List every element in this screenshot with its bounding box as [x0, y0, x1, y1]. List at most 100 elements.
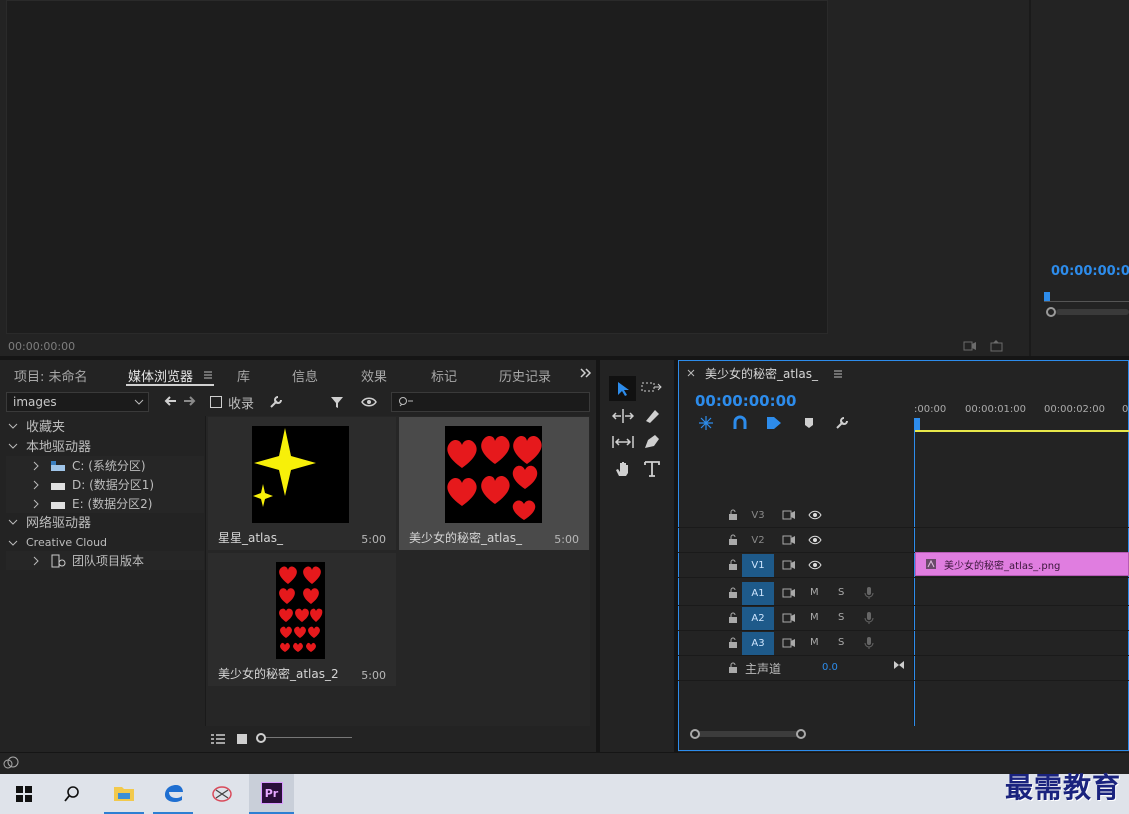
microphone-icon[interactable]: [864, 636, 874, 650]
tree-local-drives[interactable]: 本地驱动器: [6, 436, 204, 455]
microphone-icon[interactable]: [864, 586, 874, 600]
view-eye-icon[interactable]: [361, 396, 377, 408]
lock-icon[interactable]: [728, 612, 738, 624]
playhead-handle[interactable]: [914, 418, 920, 430]
eye-icon[interactable]: [808, 560, 822, 570]
snap-magnet-icon[interactable]: [732, 415, 748, 431]
tab-media-browser[interactable]: 媒体浏览器: [128, 366, 193, 385]
tree-drive-d[interactable]: D: (数据分区1): [6, 475, 204, 494]
media-item-stars[interactable]: 星星_atlas_ 5:00: [208, 417, 396, 550]
track-select-tool-icon[interactable]: [641, 380, 663, 394]
track-label[interactable]: V3: [742, 504, 774, 527]
filter-icon[interactable]: [329, 394, 345, 410]
forward-arrow-icon[interactable]: [183, 395, 197, 407]
linked-selection-icon[interactable]: [765, 415, 783, 431]
tree-creative-cloud[interactable]: Creative Cloud: [6, 533, 204, 552]
close-icon[interactable]: [687, 369, 695, 377]
sync-lock-icon[interactable]: [782, 535, 796, 545]
premiere-pro-icon[interactable]: Pr: [249, 774, 294, 814]
file-explorer-icon[interactable]: [104, 774, 144, 814]
source-monitor: [6, 0, 828, 334]
back-arrow-icon[interactable]: [163, 395, 177, 407]
tree-drive-e[interactable]: E: (数据分区2): [6, 494, 204, 513]
snipping-tool-icon[interactable]: [202, 774, 242, 814]
ingest-checkbox[interactable]: [210, 396, 222, 408]
lock-icon[interactable]: [728, 509, 738, 521]
mute-button[interactable]: M: [810, 637, 819, 648]
list-view-icon[interactable]: [210, 733, 226, 745]
search-icon[interactable]: [52, 774, 92, 814]
work-area-bar[interactable]: [914, 430, 1129, 432]
timeline-tab[interactable]: 美少女的秘密_atlas_: [705, 365, 818, 382]
mute-button[interactable]: M: [810, 612, 819, 623]
thumbnail-size-slider[interactable]: [256, 732, 352, 744]
mute-button[interactable]: M: [810, 587, 819, 598]
tab-menu-icon[interactable]: [203, 370, 213, 380]
tab-project[interactable]: 项目: 未命名: [14, 366, 88, 385]
creative-cloud-icon[interactable]: [3, 756, 19, 770]
track-label[interactable]: V1: [742, 554, 774, 577]
tab-effects[interactable]: 效果: [361, 366, 387, 385]
more-tabs-icon[interactable]: [579, 366, 593, 380]
tree-network-drives[interactable]: 网络驱动器: [6, 512, 204, 531]
timeline-settings-wrench-icon[interactable]: [834, 415, 850, 431]
hand-tool-icon[interactable]: [614, 460, 632, 478]
edge-browser-icon[interactable]: [153, 774, 193, 814]
slip-tool-icon[interactable]: [612, 434, 634, 450]
sync-lock-icon[interactable]: [782, 560, 796, 570]
sync-lock-icon[interactable]: [782, 638, 796, 648]
microphone-icon[interactable]: [864, 611, 874, 625]
track-label[interactable]: A3: [742, 632, 774, 655]
sync-lock-icon[interactable]: [782, 588, 796, 598]
tab-info[interactable]: 信息: [292, 366, 318, 385]
lock-icon[interactable]: [728, 534, 738, 546]
track-label[interactable]: A1: [742, 582, 774, 605]
eye-icon[interactable]: [808, 510, 822, 520]
ripple-edit-tool-icon[interactable]: [612, 408, 634, 424]
go-to-end-icon[interactable]: [893, 660, 905, 670]
media-item-hearts-1[interactable]: 美少女的秘密_atlas_ 5:00: [399, 417, 589, 550]
lock-icon[interactable]: [728, 637, 738, 649]
wrench-icon[interactable]: [268, 394, 284, 410]
track-label[interactable]: A2: [742, 607, 774, 630]
timeline-zoom-bar[interactable]: [690, 728, 1129, 740]
eye-icon[interactable]: [808, 535, 822, 545]
icon-view-icon[interactable]: [236, 733, 248, 745]
lock-icon[interactable]: [728, 662, 738, 674]
sync-lock-icon[interactable]: [782, 510, 796, 520]
program-scrubber[interactable]: [1044, 292, 1129, 302]
tree-team-project[interactable]: 团队项目版本: [6, 551, 204, 570]
master-value[interactable]: 0.0: [822, 662, 838, 673]
search-icon: [398, 396, 414, 408]
tab-libraries[interactable]: 库: [237, 366, 250, 385]
tab-menu-icon[interactable]: [833, 369, 843, 379]
time-ruler[interactable]: :00:00 00:00:01:00 00:00:02:00 0: [914, 400, 1129, 432]
lock-icon[interactable]: [728, 587, 738, 599]
track-label[interactable]: V2: [742, 529, 774, 552]
solo-button[interactable]: S: [838, 587, 844, 598]
file-type-dropdown[interactable]: images: [6, 392, 149, 412]
selection-tool-icon[interactable]: [609, 376, 636, 401]
add-marker-icon[interactable]: [804, 417, 814, 429]
media-item-hearts-2[interactable]: 美少女的秘密_atlas_2 5:00: [208, 553, 396, 686]
windows-start-icon[interactable]: [4, 774, 44, 814]
type-tool-icon[interactable]: [644, 460, 660, 478]
tree-drive-c[interactable]: C: (系统分区): [6, 456, 204, 475]
tree-favorites[interactable]: 收藏夹: [6, 416, 204, 435]
timeline-clip[interactable]: 美少女的秘密_atlas_.png: [915, 552, 1129, 576]
lock-icon[interactable]: [728, 559, 738, 571]
tab-history[interactable]: 历史记录: [499, 366, 551, 385]
pen-tool-icon[interactable]: [643, 434, 661, 450]
solo-button[interactable]: S: [838, 637, 844, 648]
export-frame-icon[interactable]: [962, 339, 978, 353]
program-zoom-bar[interactable]: [1046, 307, 1129, 317]
search-input[interactable]: [391, 392, 590, 412]
settings-export-icon[interactable]: [989, 339, 1005, 353]
sync-lock-icon[interactable]: [782, 613, 796, 623]
timeline-timecode[interactable]: 00:00:00:00: [695, 392, 797, 410]
solo-button[interactable]: S: [838, 612, 844, 623]
playhead-line: [914, 430, 915, 726]
razor-tool-icon[interactable]: [643, 408, 661, 424]
tab-markers[interactable]: 标记: [431, 366, 457, 385]
nest-toggle-icon[interactable]: [698, 415, 714, 431]
